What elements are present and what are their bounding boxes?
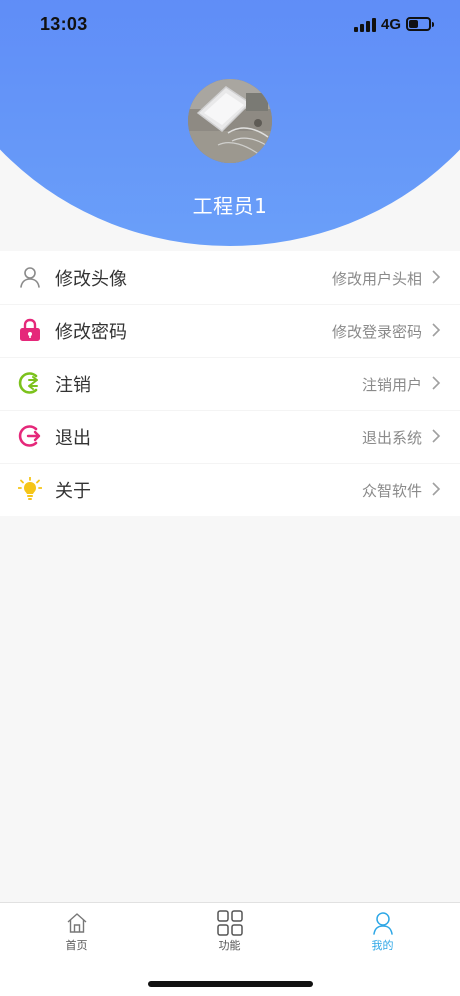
tab-functions[interactable]: 功能 — [153, 903, 306, 963]
status-bar: 13:03 4G — [0, 0, 460, 50]
menu-description: 修改登录密码 — [331, 323, 422, 341]
menu-item-logoff[interactable]: 注销 注销用户 — [0, 357, 460, 410]
tab-mine[interactable]: 我的 — [306, 903, 459, 963]
menu-description: 修改用户头相 — [331, 270, 422, 288]
menu-item-about[interactable]: 关于 众智软件 — [0, 463, 460, 516]
home-icon — [67, 913, 86, 933]
cellular-signal-icon — [354, 18, 376, 32]
menu-label: 修改头像 — [55, 269, 127, 290]
tab-label: 功能 — [218, 939, 241, 952]
menu-item-change-avatar[interactable]: 修改头像 修改用户头相 — [0, 251, 460, 304]
home-indicator[interactable] — [148, 981, 313, 987]
profile-name: 工程员1 — [192, 194, 268, 218]
tab-label: 首页 — [65, 939, 88, 952]
chevron-right-icon — [432, 376, 441, 390]
menu-item-change-password[interactable]: 修改密码 修改登录密码 — [0, 304, 460, 357]
user-icon — [372, 912, 393, 935]
menu-label: 退出 — [55, 428, 91, 449]
menu-label: 关于 — [55, 481, 91, 502]
grid-icon — [216, 910, 243, 936]
status-time: 13:03 — [40, 14, 88, 34]
menu-description: 退出系统 — [361, 429, 422, 447]
lock-icon — [20, 318, 40, 341]
network-type: 4G — [381, 16, 402, 33]
logoff-icon — [18, 372, 38, 394]
menu-label: 修改密码 — [55, 322, 127, 343]
avatar-photo — [188, 79, 272, 163]
menu-item-exit[interactable]: 退出 退出系统 — [0, 410, 460, 463]
menu-description: 众智软件 — [361, 482, 422, 500]
exit-icon — [18, 425, 41, 447]
tab-label: 我的 — [371, 939, 394, 952]
battery-icon — [406, 17, 434, 31]
chevron-right-icon — [432, 270, 441, 284]
chevron-right-icon — [432, 482, 441, 496]
chevron-right-icon — [432, 429, 441, 443]
menu-label: 注销 — [55, 375, 91, 396]
tab-home[interactable]: 首页 — [0, 903, 153, 963]
menu-description: 注销用户 — [361, 376, 422, 394]
settings-menu: 修改头像 修改用户头相 修改密码 修改登录密码 注销 注销用户 退出 退出系统 … — [0, 251, 460, 516]
lightbulb-icon — [18, 477, 42, 500]
profile-header: 13:03 4G 工程员1 — [0, 0, 460, 246]
avatar[interactable] — [188, 79, 272, 163]
user-outline-icon — [20, 267, 40, 288]
chevron-right-icon — [432, 323, 441, 337]
